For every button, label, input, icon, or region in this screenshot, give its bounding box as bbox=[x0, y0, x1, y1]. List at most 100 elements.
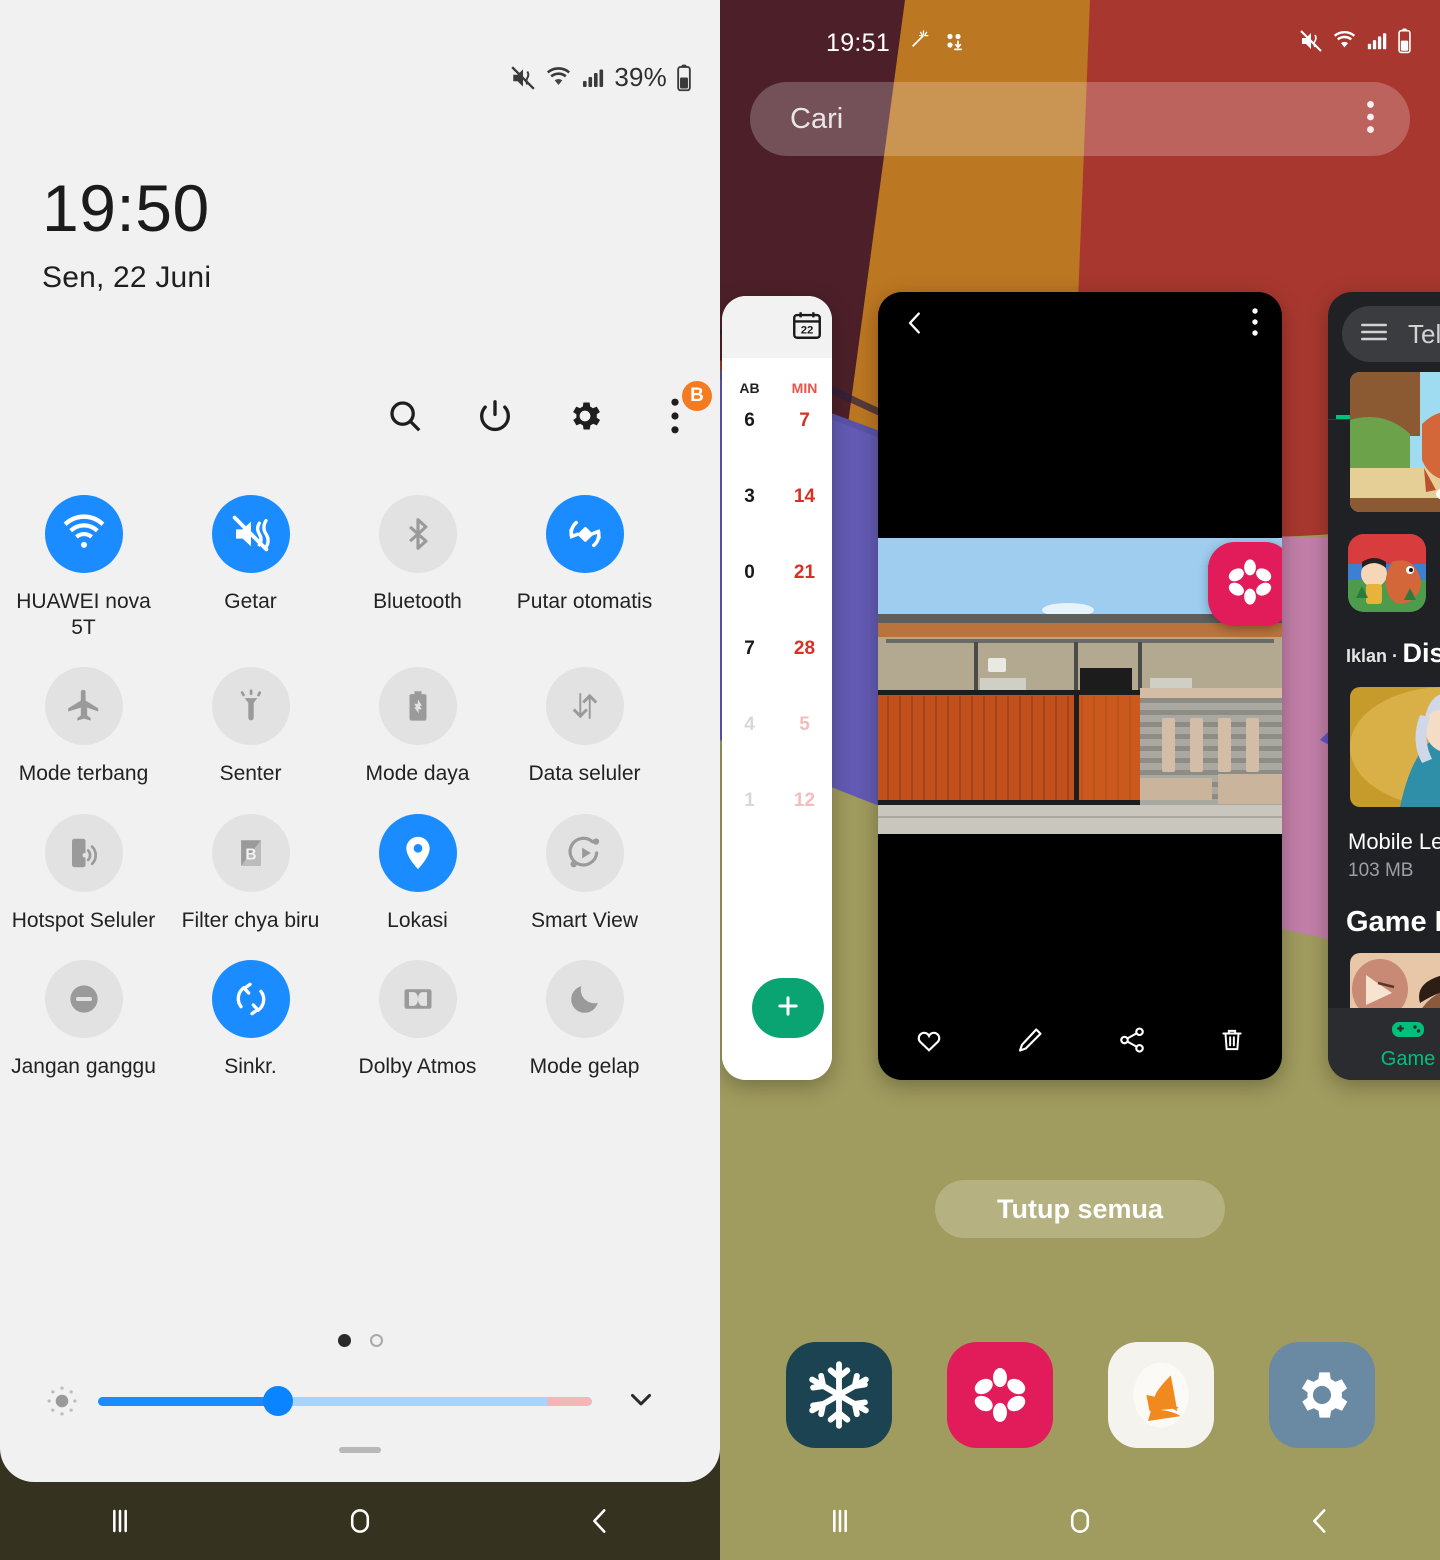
brightness-slider-handle[interactable] bbox=[263, 1386, 294, 1416]
ad-title: Disara bbox=[1402, 638, 1440, 668]
tile-dolby-atmos[interactable]: Dolby Atmos bbox=[334, 960, 501, 1080]
sync-icon bbox=[211, 960, 290, 1039]
recents-button[interactable] bbox=[795, 1482, 885, 1560]
tile-vibrate[interactable]: Getar bbox=[167, 495, 334, 640]
home-button[interactable] bbox=[315, 1482, 405, 1560]
tile-mobile-data[interactable]: Data seluler bbox=[501, 667, 668, 787]
power-saving-icon bbox=[378, 667, 457, 746]
calendar-day[interactable]: 7 bbox=[777, 410, 832, 432]
calendar-add-event-button[interactable] bbox=[752, 978, 824, 1038]
dock-icon-snowflake[interactable] bbox=[785, 1342, 892, 1448]
calendar-day[interactable]: 7 bbox=[722, 638, 777, 660]
tile-bluetooth[interactable]: Bluetooth bbox=[334, 495, 501, 640]
play-ad-heading: Iklan · Disara bbox=[1346, 638, 1440, 669]
right-status-bar: 19:51 bbox=[720, 26, 1440, 60]
signal-icon bbox=[581, 65, 605, 91]
calendar-day[interactable]: 14 bbox=[777, 486, 832, 508]
panel-drag-handle[interactable] bbox=[339, 1447, 381, 1453]
tile-do-not-disturb[interactable]: Jangan ganggu bbox=[0, 960, 167, 1080]
play-search-bar[interactable]: Telus bbox=[1342, 306, 1440, 362]
dolby-icon bbox=[378, 960, 457, 1039]
calendar-day[interactable]: 12 bbox=[777, 790, 832, 812]
battery-percent: 39% bbox=[614, 62, 667, 92]
power-icon[interactable] bbox=[472, 393, 518, 439]
calendar-column-headers: AB MIN bbox=[722, 358, 832, 396]
home-button[interactable] bbox=[1035, 1482, 1125, 1560]
play-bottom-nav-game[interactable]: Game bbox=[1328, 1008, 1440, 1080]
page-dot-active[interactable] bbox=[337, 1334, 351, 1347]
tile-label: Smart View bbox=[531, 908, 638, 932]
status-time: 19:51 bbox=[826, 28, 891, 57]
overflow-menu-icon[interactable]: B bbox=[652, 381, 712, 439]
chevron-down-icon[interactable] bbox=[624, 1382, 658, 1421]
tile-location[interactable]: Lokasi bbox=[334, 813, 501, 934]
tile-auto-rotate[interactable]: Putar otomatis bbox=[501, 495, 668, 640]
play-hero-image[interactable] bbox=[1350, 372, 1440, 512]
calendar-day[interactable]: 5 bbox=[777, 714, 832, 736]
back-button[interactable] bbox=[555, 1482, 645, 1560]
play-promo-image[interactable]: 2.0 bbox=[1350, 687, 1440, 807]
tile-blue-light-filter[interactable]: B Filter chya biru bbox=[167, 813, 334, 934]
dock-icon-settings[interactable] bbox=[1268, 1342, 1375, 1448]
brightness-slider[interactable] bbox=[98, 1386, 592, 1416]
search-input[interactable]: Cari bbox=[750, 82, 1410, 156]
edit-pencil-icon[interactable] bbox=[1015, 1025, 1045, 1060]
play-app-row[interactable]: Du Per 4,0 bbox=[1348, 534, 1440, 614]
quick-settings-tiles: HUAWEI nova 5T Getar Bluetooth Putar oto… bbox=[0, 495, 720, 1080]
gallery-app-icon[interactable] bbox=[1208, 542, 1282, 626]
calendar-day[interactable]: 21 bbox=[777, 562, 832, 584]
favorite-icon[interactable] bbox=[914, 1025, 944, 1060]
calendar-day[interactable]: 6 bbox=[722, 410, 777, 432]
tile-airplane[interactable]: Mode terbang bbox=[0, 667, 167, 787]
dock-icon-swift[interactable] bbox=[1107, 1342, 1214, 1448]
calendar-day[interactable]: 1 bbox=[722, 790, 777, 812]
page-dot[interactable] bbox=[369, 1334, 383, 1347]
signal-icon bbox=[1366, 29, 1388, 58]
close-all-button[interactable]: Tutup semua bbox=[935, 1180, 1225, 1238]
tile-hotspot[interactable]: Hotspot Seluler bbox=[0, 813, 167, 934]
gallery-card-topbar bbox=[878, 292, 1282, 360]
tile-label: Mode terbang bbox=[18, 762, 149, 786]
calendar-22-icon: 22 bbox=[790, 308, 824, 347]
calendar-col-sab: AB bbox=[739, 380, 760, 396]
right-navigation-bar bbox=[720, 1482, 1440, 1560]
svg-text:22: 22 bbox=[801, 325, 814, 337]
tile-power-saving[interactable]: Mode daya bbox=[334, 667, 501, 787]
status-badge: B bbox=[682, 381, 712, 411]
calendar-col-min: MIN bbox=[791, 380, 818, 396]
recent-card-calendar[interactable]: 22 AB MIN 6 7 3 14 0 21 7 28 4 5 1 12 bbox=[722, 296, 832, 1080]
tile-flashlight[interactable]: Senter bbox=[167, 667, 334, 787]
recents-button[interactable] bbox=[75, 1482, 165, 1560]
search-icon[interactable] bbox=[382, 393, 428, 439]
kebab-menu-icon[interactable] bbox=[1367, 100, 1374, 138]
bluetooth-icon bbox=[378, 495, 457, 573]
brightness-slider-row bbox=[0, 1372, 720, 1430]
calendar-day[interactable]: 4 bbox=[722, 714, 777, 736]
calendar-day[interactable]: 28 bbox=[777, 638, 832, 660]
quick-settings-panel: 39% 19:50 Sen, 22 Juni B HUAWEI nova 5T … bbox=[0, 0, 720, 1482]
recent-card-gallery[interactable] bbox=[878, 292, 1282, 1080]
mute-vibrate-icon bbox=[510, 65, 536, 91]
recent-card-play-store[interactable]: Telus Untuk An Temukan G bbox=[1328, 292, 1440, 1080]
airplane-icon bbox=[44, 667, 123, 746]
tile-dark-mode[interactable]: Mode gelap bbox=[501, 960, 668, 1080]
kebab-menu-icon[interactable] bbox=[1252, 308, 1258, 341]
hotspot-icon bbox=[44, 813, 123, 892]
battery-icon bbox=[676, 64, 692, 92]
chevron-left-icon[interactable] bbox=[900, 306, 930, 345]
left-status-bar: 39% bbox=[510, 62, 692, 93]
calendar-day[interactable]: 0 bbox=[722, 562, 777, 584]
calendar-day[interactable]: 3 bbox=[722, 486, 777, 508]
back-button[interactable] bbox=[1275, 1482, 1365, 1560]
tile-wifi[interactable]: HUAWEI nova 5T bbox=[0, 495, 167, 640]
play-promo-size: 103 MB bbox=[1348, 860, 1414, 881]
gear-icon[interactable] bbox=[562, 393, 608, 439]
trash-icon[interactable] bbox=[1218, 1025, 1246, 1060]
tile-smart-view[interactable]: Smart View bbox=[501, 813, 668, 934]
hamburger-menu-icon[interactable] bbox=[1360, 321, 1388, 348]
dock-icon-gallery[interactable] bbox=[946, 1342, 1053, 1448]
tile-sync[interactable]: Sinkr. bbox=[167, 960, 334, 1080]
share-icon[interactable] bbox=[1117, 1025, 1147, 1060]
tile-label: Lokasi bbox=[387, 908, 448, 932]
dark-mode-icon bbox=[545, 960, 624, 1039]
